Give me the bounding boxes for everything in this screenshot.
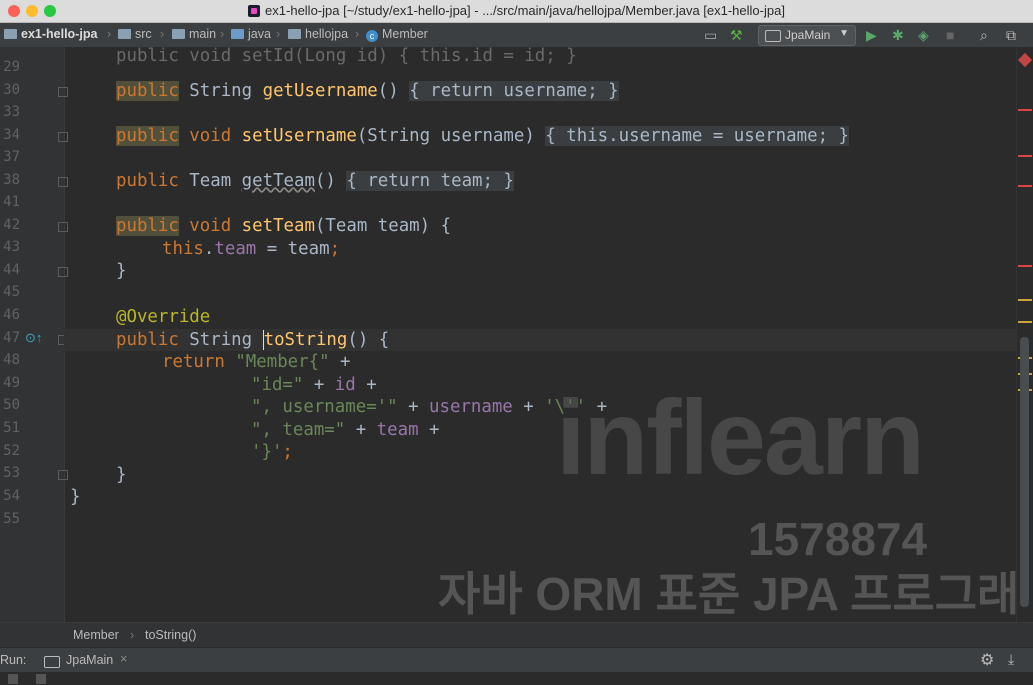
line-number: 44 — [3, 262, 20, 278]
stop-icon[interactable]: ■ — [946, 27, 954, 43]
window-titlebar: ex1-hello-jpa [~/study/ex1-hello-jpa] - … — [0, 0, 1033, 23]
package-icon — [288, 29, 301, 39]
hide-panel-icon[interactable]: ⤓ — [1008, 651, 1014, 668]
line-number: 37 — [3, 149, 20, 165]
chevron-right-icon: › — [160, 27, 165, 41]
line-number: 53 — [3, 465, 20, 481]
code-line-53: } — [116, 465, 127, 485]
window-title: ex1-hello-jpa [~/study/ex1-hello-jpa] - … — [0, 3, 1033, 18]
run-icon[interactable]: ▶ — [866, 27, 877, 44]
nav-crumb-main[interactable]: main — [172, 27, 216, 41]
code-line-30: public String getUsername() { return use… — [116, 81, 619, 101]
code-line-43: this.team = team; — [162, 239, 341, 259]
override-method-icon[interactable]: ⊙↑ — [25, 330, 42, 346]
line-number: 54 — [3, 488, 20, 504]
line-number: 49 — [3, 375, 20, 391]
code-line-42: public void setTeam(Team team) { — [116, 216, 452, 236]
nav-crumb-java[interactable]: java — [231, 27, 271, 41]
code-line-38: public Team getTeam() { return team; } — [116, 171, 514, 191]
nav-crumb-class[interactable]: c Member — [366, 27, 428, 42]
editor-marker-strip[interactable] — [1016, 47, 1033, 622]
nav-crumb-project[interactable]: ex1-hello-jpa — [4, 27, 97, 41]
code-line-49: "id=" + id + — [251, 375, 377, 395]
code-editor[interactable]: public void setId(Long id) { this.id = i… — [66, 47, 1016, 622]
code-line-47: public String toString() { — [116, 330, 390, 350]
folder-icon — [172, 29, 185, 39]
error-marker[interactable] — [1018, 109, 1032, 111]
run-tab-jpamain[interactable]: JpaMain × — [40, 652, 140, 670]
warning-marker[interactable] — [1018, 299, 1032, 301]
line-number: 48 — [3, 352, 20, 368]
chevron-right-icon: › — [220, 27, 225, 41]
project-structure-icon[interactable]: ⧉ — [1006, 27, 1016, 44]
error-marker[interactable] — [1018, 155, 1032, 157]
source-folder-icon — [231, 29, 244, 39]
code-line-50: ", username='" + username + '\'' + — [251, 397, 608, 417]
line-number: 42 — [3, 217, 20, 233]
line-number: 52 — [3, 443, 20, 459]
line-number: 38 — [3, 172, 20, 188]
nav-crumb-package[interactable]: hellojpa — [288, 27, 348, 41]
line-number: 50 — [3, 397, 20, 413]
code-breadcrumb-bar: Member › toString() — [0, 622, 1033, 647]
line-number: 51 — [3, 420, 20, 436]
code-line-52: '}'; — [251, 442, 293, 462]
coverage-icon[interactable]: ◈ — [918, 27, 929, 44]
console-control-icon[interactable] — [8, 674, 18, 684]
run-panel-label: Run: — [0, 653, 27, 667]
console-control-icon[interactable] — [36, 674, 46, 684]
build-hammer-icon[interactable]: ⚒ — [730, 27, 743, 44]
scrollbar-thumb[interactable] — [1020, 337, 1029, 607]
line-number: 29 — [3, 59, 20, 75]
error-marker[interactable] — [1018, 265, 1032, 267]
line-number: 33 — [3, 104, 20, 120]
chevron-right-icon: › — [130, 628, 135, 642]
code-line-46: @Override — [116, 307, 211, 327]
nav-crumb-src[interactable]: src — [118, 27, 152, 41]
code-line-partial: public void setId(Long id) { this.id = i… — [116, 47, 577, 66]
intellij-app-icon — [248, 5, 261, 17]
run-console-output[interactable] — [0, 672, 1033, 685]
application-icon — [44, 656, 60, 668]
folder-icon — [118, 29, 131, 39]
code-line-54: } — [70, 487, 81, 507]
editor-gutter: 29 30 33 34 37 38 41 42 43 44 45 46 47 ⊙… — [0, 47, 86, 622]
line-number: 55 — [3, 511, 20, 527]
debug-icon[interactable]: ✱ — [892, 27, 904, 44]
line-number: 41 — [3, 194, 20, 210]
window-layout-icon[interactable]: ▭ — [704, 27, 717, 44]
run-tool-window-header: Run: JpaMain × ⚙ ⤓ — [0, 647, 1033, 673]
search-icon[interactable]: ⌕ — [980, 27, 988, 44]
chevron-right-icon: › — [355, 27, 360, 41]
application-icon — [765, 30, 781, 42]
line-number: 45 — [3, 284, 20, 300]
breadcrumb-method[interactable]: toString() — [145, 628, 196, 642]
warning-marker[interactable] — [1018, 321, 1032, 323]
navigation-bar: ex1-hello-jpa › src › main › java › hell… — [0, 23, 1033, 48]
code-line-51: ", team=" + team + — [251, 420, 440, 440]
close-tab-icon[interactable]: × — [120, 652, 127, 666]
code-line-34: public void setUsername(String username)… — [116, 126, 849, 146]
line-number: 46 — [3, 307, 20, 323]
line-number: 47 — [3, 330, 20, 346]
chevron-down-icon: ▼ — [839, 28, 849, 39]
error-marker[interactable] — [1018, 185, 1032, 187]
code-line-44: } — [116, 261, 127, 281]
chevron-right-icon: › — [276, 27, 281, 41]
breadcrumb-class[interactable]: Member — [73, 628, 119, 642]
project-folder-icon — [4, 29, 17, 39]
line-number: 30 — [3, 82, 20, 98]
class-icon: c — [366, 30, 378, 42]
line-number: 34 — [3, 127, 20, 143]
run-configuration-select[interactable]: JpaMain ▼ — [758, 25, 856, 46]
error-indicator-icon[interactable] — [1017, 52, 1033, 68]
chevron-right-icon: › — [107, 27, 112, 41]
code-line-48: return "Member{" + — [162, 352, 351, 372]
settings-gear-icon[interactable]: ⚙ — [980, 650, 994, 670]
line-number: 43 — [3, 239, 20, 255]
